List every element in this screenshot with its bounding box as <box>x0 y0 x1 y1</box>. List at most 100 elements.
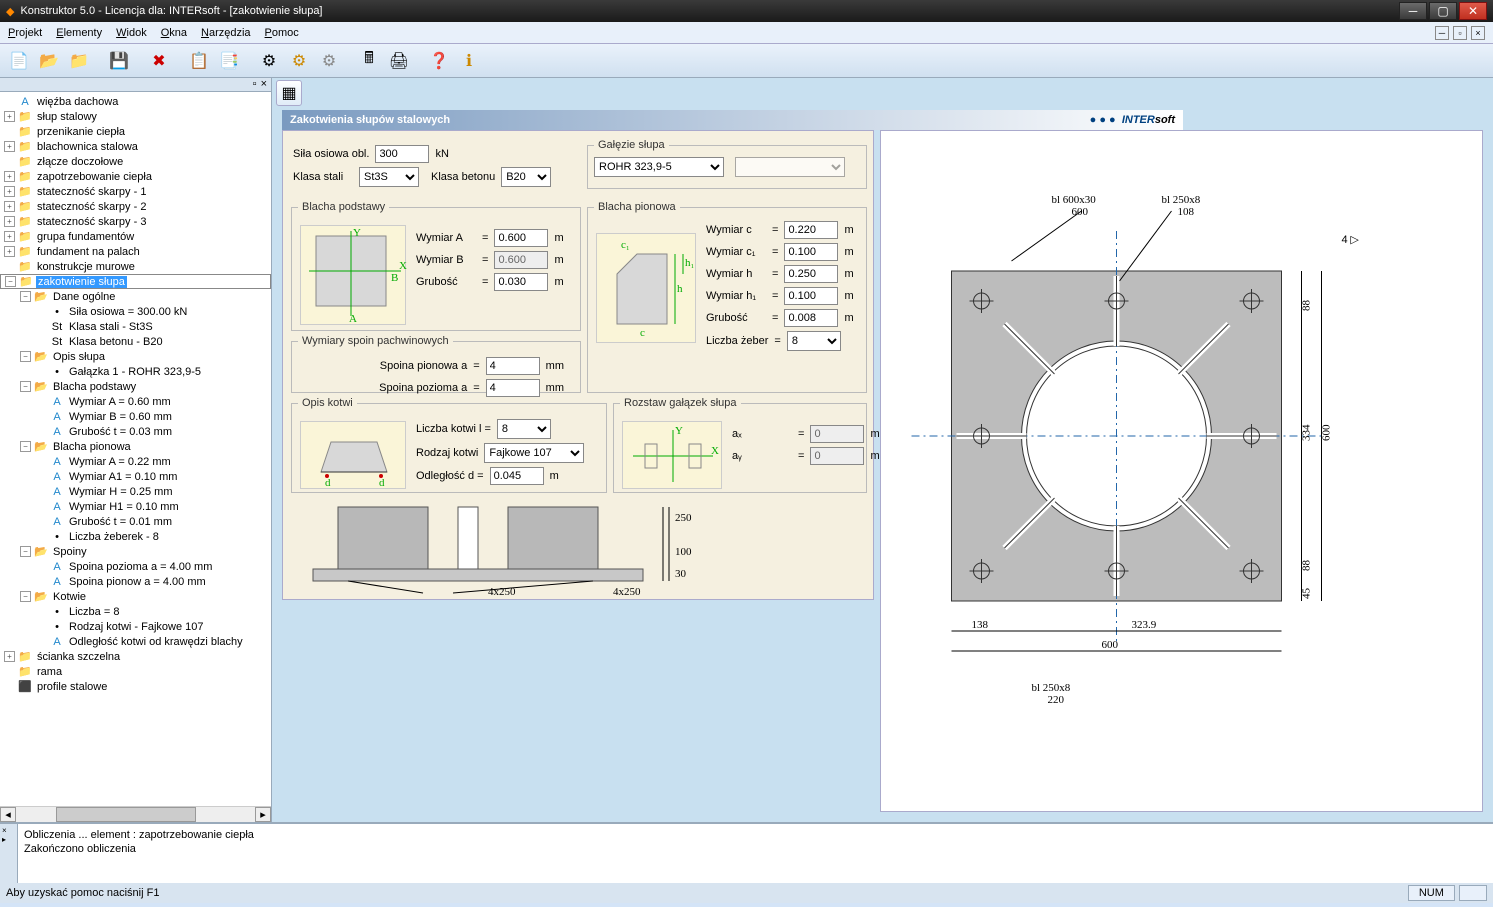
tree-row[interactable]: AWymiar A = 0.60 mm <box>0 394 271 409</box>
scroll-left-button[interactable]: ◂ <box>0 807 16 822</box>
odleglosc-input[interactable] <box>490 467 544 485</box>
tree-row[interactable]: +📁zapotrzebowanie ciepła <box>0 169 271 184</box>
print-button[interactable]: 🖨 <box>386 48 412 74</box>
klasa-betonu-select[interactable]: B20 <box>501 167 551 187</box>
tree-row[interactable]: •Liczba żeberek - 8 <box>0 529 271 544</box>
menu-okna[interactable]: Okna <box>161 27 187 39</box>
tree-hscroll[interactable]: ◂ ▸ <box>0 806 271 822</box>
close-button[interactable]: ✕ <box>1459 2 1487 20</box>
liczba-zeber-select[interactable]: 8 <box>787 331 841 351</box>
project-tree[interactable]: Awięźba dachowa+📁słup stalowy📁przenikani… <box>0 92 271 806</box>
doc2-button[interactable]: 📑 <box>216 48 242 74</box>
mdi-close-button[interactable]: × <box>1471 26 1485 40</box>
tree-row[interactable]: 📁złącze doczołowe <box>0 154 271 169</box>
tree-row[interactable]: −📂Blacha podstawy <box>0 379 271 394</box>
tree-row[interactable]: •Rodzaj kotwi - Fajkowe 107 <box>0 619 271 634</box>
save-button[interactable]: 💾 <box>106 48 132 74</box>
gear1-button[interactable]: ⚙ <box>256 48 282 74</box>
tree-row[interactable]: ASpoina pozioma a = 4.00 mm <box>0 559 271 574</box>
tree-toggle-icon[interactable]: + <box>4 201 15 212</box>
wymiar-a-input[interactable] <box>494 229 548 247</box>
scroll-right-button[interactable]: ▸ <box>255 807 271 822</box>
wymiar-h1-input[interactable] <box>784 287 838 305</box>
tree-row[interactable]: 📁przenikanie ciepła <box>0 124 271 139</box>
tree-toggle-icon[interactable]: + <box>4 651 15 662</box>
galezie-select2[interactable] <box>735 157 845 177</box>
tree-toggle-icon[interactable]: + <box>4 141 15 152</box>
tree-toggle-icon[interactable]: − <box>20 441 31 452</box>
tree-toggle-icon[interactable]: + <box>4 231 15 242</box>
open-button[interactable]: 📂 <box>36 48 62 74</box>
tree-toggle-icon[interactable]: + <box>4 111 15 122</box>
grubosc2-input[interactable] <box>784 309 838 327</box>
tree-toggle-icon[interactable]: + <box>4 171 15 182</box>
menu-widok[interactable]: Widok <box>116 27 147 39</box>
tree-pin-icon[interactable]: ▫ <box>253 78 257 91</box>
klasa-stali-select[interactable]: St3S <box>359 167 419 187</box>
tree-toggle-icon[interactable]: + <box>4 186 15 197</box>
menu-elementy[interactable]: Elementy <box>56 27 102 39</box>
wymiar-c1-input[interactable] <box>784 243 838 261</box>
tree-row[interactable]: StKlasa stali - St3S <box>0 319 271 334</box>
tree-row[interactable]: +📁grupa fundamentów <box>0 229 271 244</box>
tree-row[interactable]: +📁blachownica stalowa <box>0 139 271 154</box>
liczba-kotwi-select[interactable]: 8 <box>497 419 551 439</box>
tree-row[interactable]: ⬛profile stalowe <box>0 679 271 694</box>
tree-row[interactable]: −📂Spoiny <box>0 544 271 559</box>
help-button[interactable]: ❓ <box>426 48 452 74</box>
delete-button[interactable]: ✖ <box>146 48 172 74</box>
tree-row[interactable]: −📂Kotwie <box>0 589 271 604</box>
tree-row[interactable]: −📂Blacha pionowa <box>0 439 271 454</box>
tree-row[interactable]: +📁fundament na palach <box>0 244 271 259</box>
tree-toggle-icon[interactable]: − <box>20 546 31 557</box>
menu-pomoc[interactable]: Pomoc <box>265 27 299 39</box>
menu-projekt[interactable]: Projekt <box>8 27 42 39</box>
tree-toggle-icon[interactable]: − <box>20 591 31 602</box>
menu-narzedzia[interactable]: Narzędzia <box>201 27 251 39</box>
tree-toggle-icon[interactable]: + <box>4 216 15 227</box>
tree-row[interactable]: +📁słup stalowy <box>0 109 271 124</box>
galezie-select[interactable]: ROHR 323,9-5 <box>594 157 724 177</box>
tree-row[interactable]: 📁konstrukcje murowe <box>0 259 271 274</box>
gear3-button[interactable]: ⚙ <box>316 48 342 74</box>
tree-close-icon[interactable]: × <box>261 78 267 91</box>
tree-row[interactable]: Awięźba dachowa <box>0 94 271 109</box>
tree-toggle-icon[interactable]: − <box>20 381 31 392</box>
tree-row[interactable]: ASpoina pionow a = 4.00 mm <box>0 574 271 589</box>
tree-row[interactable]: −📁zakotwienie słupa <box>0 274 271 289</box>
gear2-button[interactable]: ⚙ <box>286 48 312 74</box>
view-toggle-button[interactable]: ▦ <box>276 80 302 106</box>
tree-row[interactable]: AWymiar A = 0.22 mm <box>0 454 271 469</box>
tree-row[interactable]: −📂Dane ogólne <box>0 289 271 304</box>
doc1-button[interactable]: 📋 <box>186 48 212 74</box>
tree-row[interactable]: AWymiar B = 0.60 mm <box>0 409 271 424</box>
tree-row[interactable]: StKlasa betonu - B20 <box>0 334 271 349</box>
minimize-button[interactable]: ─ <box>1399 2 1427 20</box>
tree-toggle-icon[interactable]: − <box>5 276 16 287</box>
tree-row[interactable]: −📂Opis słupa <box>0 349 271 364</box>
grubosc-input[interactable] <box>494 273 548 291</box>
tree-row[interactable]: •Liczba = 8 <box>0 604 271 619</box>
tree-row[interactable]: +📁stateczność skarpy - 3 <box>0 214 271 229</box>
spoina-poz-input[interactable] <box>486 379 540 397</box>
tree-row[interactable]: •Siła osiowa = 300.00 kN <box>0 304 271 319</box>
mdi-restore-button[interactable]: ▫ <box>1453 26 1467 40</box>
output-close-strip[interactable]: ×▸ <box>0 824 18 883</box>
open2-button[interactable]: 📁 <box>66 48 92 74</box>
rodzaj-kotwi-select[interactable]: Fajkowe 107 <box>484 443 584 463</box>
tree-row[interactable]: AWymiar H = 0.25 mm <box>0 484 271 499</box>
sila-input[interactable] <box>375 145 429 163</box>
tree-toggle-icon[interactable]: + <box>4 246 15 257</box>
tree-row[interactable]: AGrubość t = 0.03 mm <box>0 424 271 439</box>
tree-row[interactable]: 📁rama <box>0 664 271 679</box>
tree-row[interactable]: AOdległość kotwi od krawędzi blachy <box>0 634 271 649</box>
info-button[interactable]: ℹ <box>456 48 482 74</box>
spoina-pion-input[interactable] <box>486 357 540 375</box>
mdi-minimize-button[interactable]: ─ <box>1435 26 1449 40</box>
tree-toggle-icon[interactable]: − <box>20 351 31 362</box>
tree-row[interactable]: AGrubość t = 0.01 mm <box>0 514 271 529</box>
tree-row[interactable]: AWymiar H1 = 0.10 mm <box>0 499 271 514</box>
wymiar-h-input[interactable] <box>784 265 838 283</box>
wymiar-c-input[interactable] <box>784 221 838 239</box>
tree-row[interactable]: +📁stateczność skarpy - 2 <box>0 199 271 214</box>
